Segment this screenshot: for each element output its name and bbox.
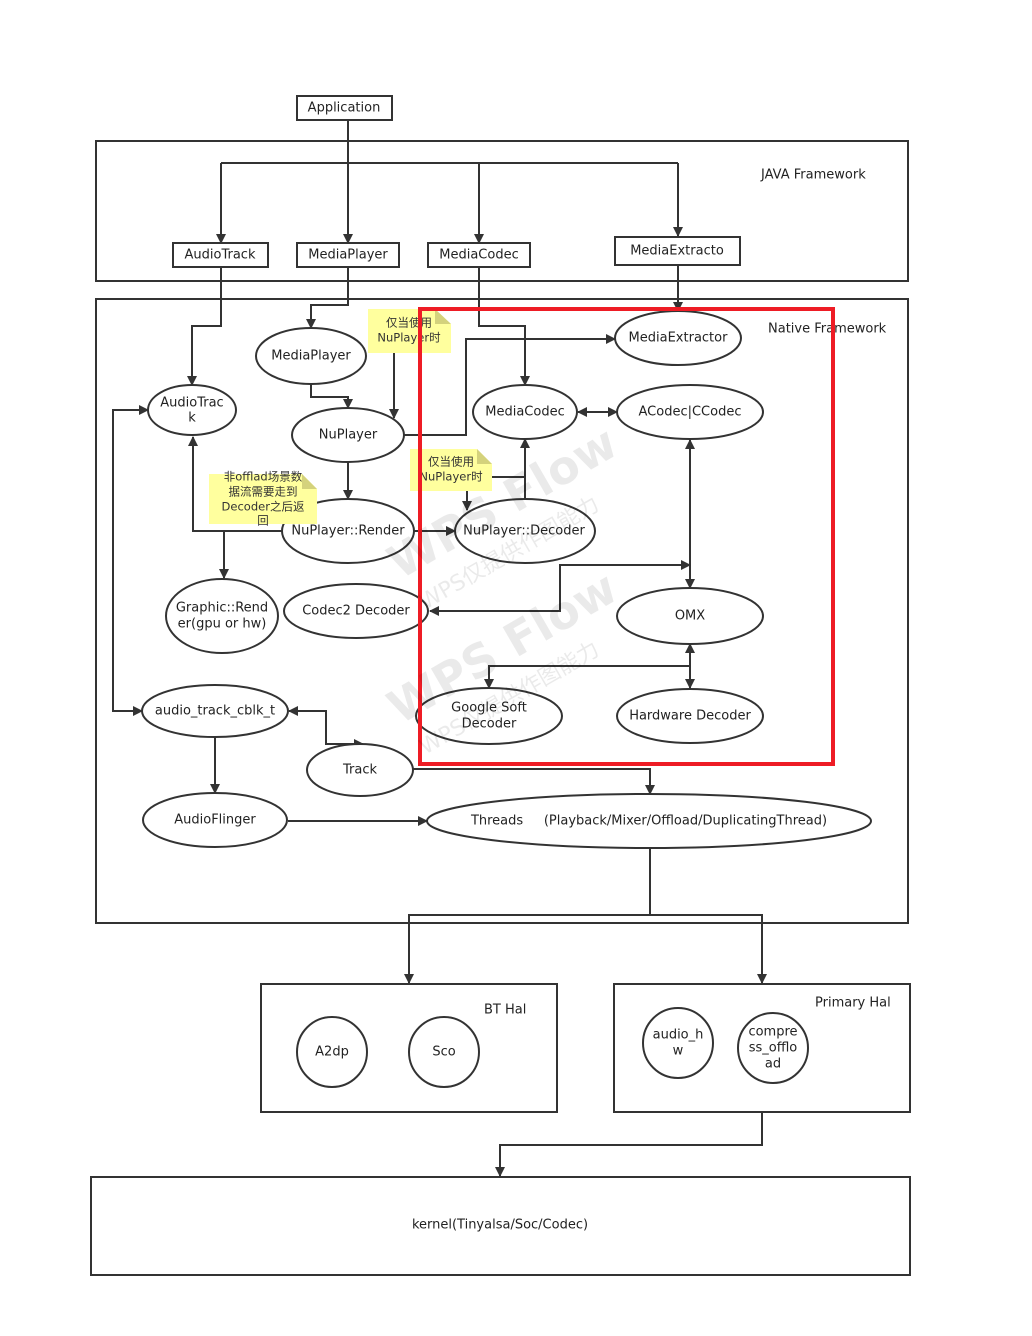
- note3-text-2: 据流需要走到: [229, 485, 298, 499]
- edge-threads-primaryhal: [650, 914, 767, 984]
- compress-offload-label: compre: [748, 1025, 797, 1040]
- note2-text-2: NuPlayer时: [419, 470, 483, 484]
- mediacodec-label: MediaCodec: [485, 405, 564, 420]
- track-label: Track: [342, 763, 377, 778]
- note2-text: 仅当使用: [428, 455, 474, 469]
- edge-java-native-mediacodec: [478, 267, 530, 386]
- compress-offload-label-2: ss_offlo: [749, 1041, 798, 1056]
- audiotrack-label: AudioTrac: [160, 396, 223, 411]
- audio-track-cblk-label: audio_track_cblk_t: [155, 704, 275, 719]
- kernel-label: kernel(Tinyalsa/Soc/Codec): [412, 1218, 588, 1233]
- audio-hw-label: audio_h: [653, 1028, 704, 1043]
- omx-label: OMX: [675, 609, 705, 624]
- audio-hw-label-2: w: [673, 1044, 684, 1059]
- edge-java-native-mediaplayer: [306, 267, 349, 329]
- codec2-decoder-label: Codec2 Decoder: [302, 604, 410, 619]
- edge-threads-bthal: [404, 848, 651, 984]
- edge-track-threads: [413, 768, 655, 795]
- compress-offload-label-3: ad: [765, 1057, 781, 1072]
- architecture-diagram: JAVA Framework Native Framework Applicat…: [90, 95, 911, 1276]
- primary-hal-label: Primary Hal: [815, 996, 891, 1011]
- note1-text-2: NuPlayer时: [377, 331, 441, 345]
- edge-primaryhal-kernel: [495, 1112, 763, 1177]
- mediaextractor-label: MediaExtractor: [629, 331, 729, 346]
- edge-mediaplayer-nuplayer: [310, 384, 353, 409]
- java-mediacodec-label: MediaCodec: [439, 248, 518, 263]
- note3-text-3: Decoder之后返: [222, 500, 305, 514]
- edge-audiotrack-cblk: [112, 405, 149, 716]
- edge-cblk-track: [288, 706, 364, 749]
- sco-label: Sco: [432, 1045, 455, 1060]
- nuplayer-label: NuPlayer: [319, 428, 378, 443]
- note-nuplayer-only-1: 仅当使用 NuPlayer时: [368, 309, 451, 353]
- threads-label: Threads (Playback/Mixer/Offload/Duplicat…: [470, 814, 827, 829]
- a2dp-label: A2dp: [315, 1045, 349, 1060]
- note-non-offload: 非offlad场景数 据流需要走到 Decoder之后返 回: [209, 470, 317, 528]
- edge-java-native-audiotrack: [187, 267, 222, 386]
- graphic-render-label: Graphic::Rend: [176, 601, 268, 616]
- graphic-render-label-2: er(gpu or hw): [178, 617, 267, 632]
- audioflinger-label: AudioFlinger: [174, 813, 256, 828]
- java-framework-label: JAVA Framework: [760, 168, 866, 183]
- hardware-decoder-label: Hardware Decoder: [629, 709, 751, 724]
- application-label: Application: [308, 101, 381, 116]
- java-mediaextractor-label: MediaExtracto: [630, 244, 724, 259]
- native-framework-label: Native Framework: [768, 322, 887, 337]
- note3-text: 非offlad场景数: [224, 470, 303, 484]
- acodec-label: ACodec|CCodec: [639, 405, 742, 420]
- note3-text-4: 回: [257, 514, 269, 528]
- audiotrack-label-2: k: [188, 411, 196, 426]
- java-audiotrack-label: AudioTrack: [185, 248, 256, 263]
- java-mediaplayer-label: MediaPlayer: [308, 248, 388, 263]
- note1-text: 仅当使用: [386, 316, 432, 330]
- mediaplayer-label: MediaPlayer: [271, 349, 351, 364]
- bt-hal-label: BT Hal: [484, 1003, 526, 1018]
